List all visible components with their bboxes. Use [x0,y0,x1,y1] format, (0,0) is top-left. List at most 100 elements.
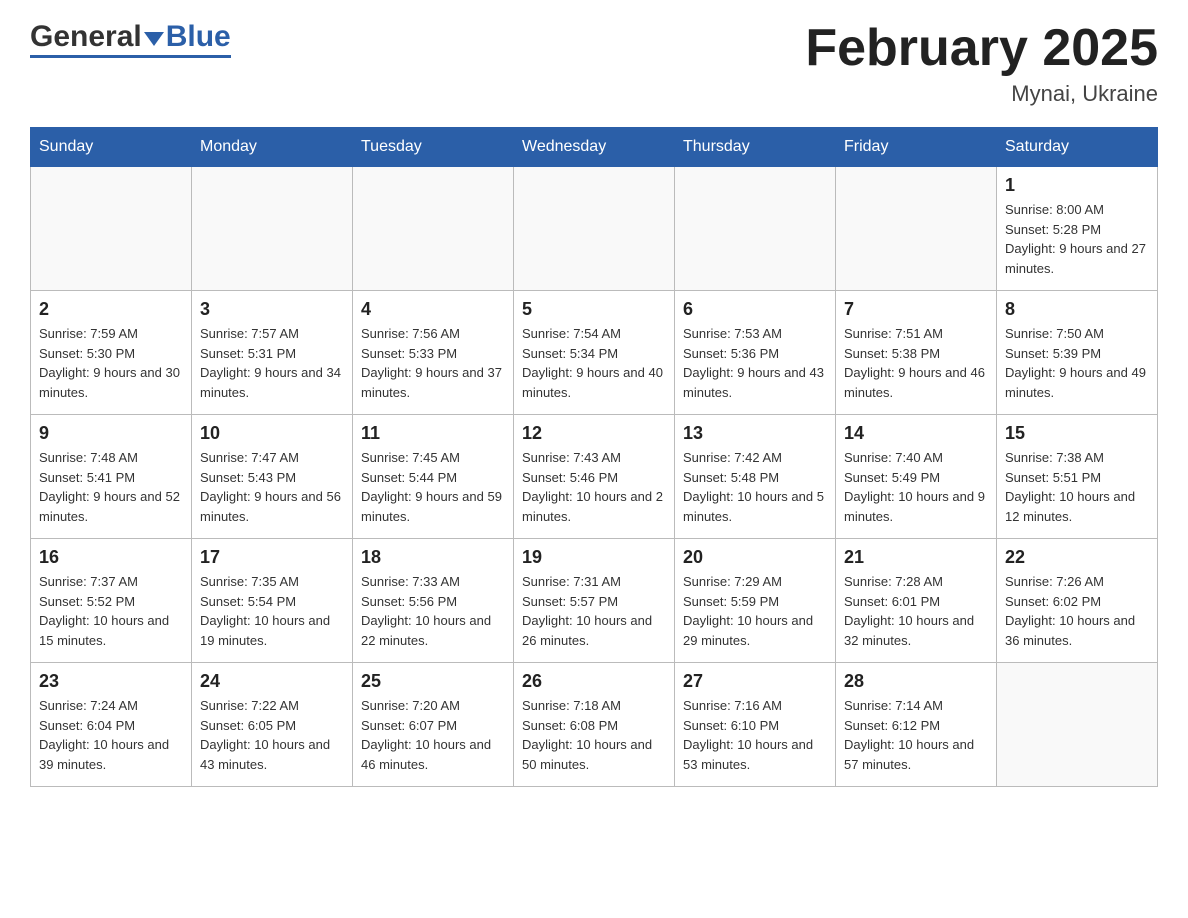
calendar-header-saturday: Saturday [997,128,1158,167]
day-info: Sunrise: 7:18 AM Sunset: 6:08 PM Dayligh… [522,696,666,774]
logo-underline [30,55,231,58]
calendar-cell [353,167,514,291]
day-number: 2 [39,299,183,320]
calendar-cell: 26 Sunrise: 7:18 AM Sunset: 6:08 PM Dayli… [514,663,675,787]
calendar-header-friday: Friday [836,128,997,167]
calendar-cell: 21Sunrise: 7:28 AM Sunset: 6:01 PM Dayli… [836,539,997,663]
day-number: 15 [1005,423,1149,444]
day-info: Sunrise: 7:35 AM Sunset: 5:54 PM Dayligh… [200,572,344,650]
calendar-cell [675,167,836,291]
day-number: 18 [361,547,505,568]
calendar-cell: 4Sunrise: 7:56 AM Sunset: 5:33 PM Daylig… [353,291,514,415]
day-info: Sunrise: 7:22 AM Sunset: 6:05 PM Dayligh… [200,696,344,774]
day-number: 9 [39,423,183,444]
day-number: 10 [200,423,344,444]
calendar-cell: 16 Sunrise: 7:37 AM Sunset: 5:52 PM Dayli… [31,539,192,663]
calendar-cell: 18Sunrise: 7:33 AM Sunset: 5:56 PM Dayli… [353,539,514,663]
calendar-cell: 28 Sunrise: 7:14 AM Sunset: 6:12 PM Dayli… [836,663,997,787]
calendar-cell: 3 Sunrise: 7:57 AM Sunset: 5:31 PM Daylig… [192,291,353,415]
day-info: Sunrise: 8:00 AM Sunset: 5:28 PM Dayligh… [1005,200,1149,278]
calendar-cell: 10 Sunrise: 7:47 AM Sunset: 5:43 PM Dayli… [192,415,353,539]
day-number: 1 [1005,175,1149,196]
logo-arrow-icon [144,32,164,46]
calendar-cell: 14Sunrise: 7:40 AM Sunset: 5:49 PM Dayli… [836,415,997,539]
calendar-cell [192,167,353,291]
day-number: 25 [361,671,505,692]
day-info: Sunrise: 7:51 AM Sunset: 5:38 PM Dayligh… [844,324,988,402]
day-info: Sunrise: 7:57 AM Sunset: 5:31 PM Dayligh… [200,324,344,402]
day-info: Sunrise: 7:38 AM Sunset: 5:51 PM Dayligh… [1005,448,1149,526]
day-number: 19 [522,547,666,568]
calendar-cell: 2 Sunrise: 7:59 AM Sunset: 5:30 PM Daylig… [31,291,192,415]
calendar-header-thursday: Thursday [675,128,836,167]
day-number: 17 [200,547,344,568]
calendar-cell [836,167,997,291]
month-title: February 2025 [805,20,1158,77]
calendar-week-2: 2 Sunrise: 7:59 AM Sunset: 5:30 PM Daylig… [31,291,1158,415]
day-info: Sunrise: 7:24 AM Sunset: 6:04 PM Dayligh… [39,696,183,774]
calendar-cell: 6 Sunrise: 7:53 AM Sunset: 5:36 PM Daylig… [675,291,836,415]
day-number: 11 [361,423,505,444]
calendar-cell: 13Sunrise: 7:42 AM Sunset: 5:48 PM Dayli… [675,415,836,539]
day-info: Sunrise: 7:47 AM Sunset: 5:43 PM Dayligh… [200,448,344,526]
calendar-cell: 15 Sunrise: 7:38 AM Sunset: 5:51 PM Dayli… [997,415,1158,539]
calendar-cell: 1 Sunrise: 8:00 AM Sunset: 5:28 PM Daylig… [997,167,1158,291]
calendar-cell: 24 Sunrise: 7:22 AM Sunset: 6:05 PM Dayli… [192,663,353,787]
day-info: Sunrise: 7:53 AM Sunset: 5:36 PM Dayligh… [683,324,827,402]
day-info: Sunrise: 7:29 AM Sunset: 5:59 PM Dayligh… [683,572,827,650]
calendar-cell: 25 Sunrise: 7:20 AM Sunset: 6:07 PM Dayli… [353,663,514,787]
day-info: Sunrise: 7:26 AM Sunset: 6:02 PM Dayligh… [1005,572,1149,650]
calendar-cell: 5 Sunrise: 7:54 AM Sunset: 5:34 PM Daylig… [514,291,675,415]
calendar-cell: 20 Sunrise: 7:29 AM Sunset: 5:59 PM Dayli… [675,539,836,663]
calendar-cell: 27Sunrise: 7:16 AM Sunset: 6:10 PM Dayli… [675,663,836,787]
title-area: February 2025 Mynai, Ukraine [805,20,1158,107]
calendar-header-tuesday: Tuesday [353,128,514,167]
calendar-cell: 22 Sunrise: 7:26 AM Sunset: 6:02 PM Dayli… [997,539,1158,663]
day-number: 23 [39,671,183,692]
day-info: Sunrise: 7:50 AM Sunset: 5:39 PM Dayligh… [1005,324,1149,402]
day-number: 3 [200,299,344,320]
day-info: Sunrise: 7:59 AM Sunset: 5:30 PM Dayligh… [39,324,183,402]
calendar-header-monday: Monday [192,128,353,167]
day-number: 26 [522,671,666,692]
logo-blue-text: Blue [166,20,231,54]
calendar-cell [31,167,192,291]
day-info: Sunrise: 7:54 AM Sunset: 5:34 PM Dayligh… [522,324,666,402]
day-info: Sunrise: 7:28 AM Sunset: 6:01 PM Dayligh… [844,572,988,650]
calendar-week-1: 1 Sunrise: 8:00 AM Sunset: 5:28 PM Daylig… [31,167,1158,291]
day-number: 8 [1005,299,1149,320]
day-number: 20 [683,547,827,568]
day-number: 6 [683,299,827,320]
calendar-week-4: 16 Sunrise: 7:37 AM Sunset: 5:52 PM Dayli… [31,539,1158,663]
day-info: Sunrise: 7:16 AM Sunset: 6:10 PM Dayligh… [683,696,827,774]
day-info: Sunrise: 7:40 AM Sunset: 5:49 PM Dayligh… [844,448,988,526]
calendar-week-5: 23 Sunrise: 7:24 AM Sunset: 6:04 PM Dayli… [31,663,1158,787]
day-info: Sunrise: 7:37 AM Sunset: 5:52 PM Dayligh… [39,572,183,650]
logo-brand: General Blue [30,20,231,54]
day-number: 24 [200,671,344,692]
day-info: Sunrise: 7:31 AM Sunset: 5:57 PM Dayligh… [522,572,666,650]
location: Mynai, Ukraine [805,81,1158,107]
calendar-header-wednesday: Wednesday [514,128,675,167]
day-number: 22 [1005,547,1149,568]
day-number: 7 [844,299,988,320]
calendar-cell: 8 Sunrise: 7:50 AM Sunset: 5:39 PM Daylig… [997,291,1158,415]
logo: General Blue [30,20,231,58]
day-info: Sunrise: 7:20 AM Sunset: 6:07 PM Dayligh… [361,696,505,774]
calendar-table: SundayMondayTuesdayWednesdayThursdayFrid… [30,127,1158,787]
day-info: Sunrise: 7:45 AM Sunset: 5:44 PM Dayligh… [361,448,505,526]
day-number: 5 [522,299,666,320]
page-header: General Blue February 2025 Mynai, Ukrain… [30,20,1158,107]
day-info: Sunrise: 7:14 AM Sunset: 6:12 PM Dayligh… [844,696,988,774]
day-info: Sunrise: 7:42 AM Sunset: 5:48 PM Dayligh… [683,448,827,526]
calendar-cell [514,167,675,291]
calendar-cell: 9Sunrise: 7:48 AM Sunset: 5:41 PM Daylig… [31,415,192,539]
calendar-cell: 12Sunrise: 7:43 AM Sunset: 5:46 PM Dayli… [514,415,675,539]
day-number: 4 [361,299,505,320]
day-info: Sunrise: 7:43 AM Sunset: 5:46 PM Dayligh… [522,448,666,526]
calendar-header-sunday: Sunday [31,128,192,167]
calendar-cell: 23 Sunrise: 7:24 AM Sunset: 6:04 PM Dayli… [31,663,192,787]
calendar-cell: 11 Sunrise: 7:45 AM Sunset: 5:44 PM Dayli… [353,415,514,539]
day-number: 16 [39,547,183,568]
day-number: 28 [844,671,988,692]
